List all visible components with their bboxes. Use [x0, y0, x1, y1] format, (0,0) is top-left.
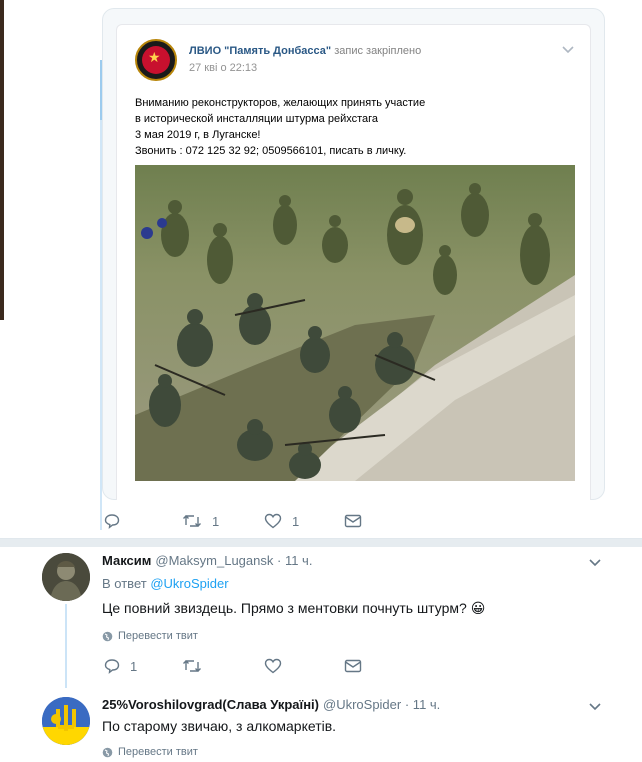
tweet-time[interactable]: · 11 ч.: [277, 553, 312, 568]
star-icon: ★: [148, 49, 161, 65]
tweet-time[interactable]: · 11 ч.: [405, 697, 440, 712]
heart-icon: [264, 658, 282, 674]
mail-icon: [344, 659, 362, 673]
trident-avatar-icon: [42, 697, 90, 745]
retweet-count: 1: [212, 513, 220, 529]
post-header: ЛВИО "Память Донбасса" запис закріплено: [189, 45, 421, 57]
author-handle[interactable]: @UkroSpider: [323, 697, 401, 712]
tweet-text: По старому звичаю, з алкомаркетів.: [102, 718, 337, 734]
reply-count: 1: [130, 658, 138, 674]
like-button[interactable]: 1: [264, 513, 299, 529]
chevron-down-icon[interactable]: [588, 558, 602, 568]
translate-label[interactable]: Перевести твит: [118, 630, 198, 642]
avatar[interactable]: [42, 697, 90, 745]
post-text-line: в исторической инсталляции штурма рейхст…: [135, 113, 379, 125]
left-edge-strip: [0, 0, 4, 320]
heart-icon: [264, 513, 282, 529]
tweet-actions: 1: [104, 658, 464, 678]
post-text: Вниманию реконструкторов, желающих приня…: [135, 95, 575, 159]
group-avatar[interactable]: ★: [135, 39, 177, 81]
reenactment-photo[interactable]: [135, 165, 575, 481]
post-text-line: Звонить : 072 125 32 92; 0509566101, пис…: [135, 145, 407, 157]
tweet-actions: 1 1: [104, 513, 464, 533]
like-button[interactable]: [264, 658, 292, 674]
grin-emoji: 😀: [470, 600, 486, 616]
tweet-text-body: Це повний звиздець. Прямо з ментовки поч…: [102, 600, 467, 616]
soldier-avatar-icon: [42, 553, 90, 601]
reply-icon: [104, 659, 120, 674]
thread-divider: [0, 538, 642, 547]
post-text-line: 3 мая 2019 г, в Луганске!: [135, 129, 261, 141]
reply-to-link[interactable]: @UkroSpider: [150, 576, 228, 591]
thread-line: [65, 604, 67, 688]
tweet-text: Це повний звиздець. Прямо з ментовки поч…: [102, 600, 485, 617]
reply-prefix: В ответ: [102, 576, 147, 591]
mail-icon: [344, 514, 362, 528]
dm-button[interactable]: [344, 513, 362, 529]
chevron-down-icon[interactable]: [561, 45, 575, 55]
author-handle[interactable]: @Maksym_Lugansk: [155, 553, 273, 568]
retweet-button[interactable]: [182, 658, 212, 674]
reply-button[interactable]: [104, 513, 130, 529]
post-text-line: Вниманию реконструкторов, желающих приня…: [135, 97, 426, 109]
author-name[interactable]: Максим: [102, 553, 151, 568]
globe-icon: [102, 631, 113, 641]
reply-context: В ответ @UkroSpider: [102, 576, 229, 591]
reply-author-line: 25%Voroshilovgrad(Слава Україні) @UkroSpi…: [102, 697, 440, 712]
translate-link[interactable]: Перевести твит: [102, 746, 198, 758]
group-name-link[interactable]: ЛВИО "Память Донбасса": [189, 45, 331, 57]
retweet-icon: [183, 660, 201, 672]
retweet-button[interactable]: 1: [182, 513, 219, 529]
retweet-icon: [183, 515, 201, 527]
reply-button[interactable]: 1: [104, 658, 137, 674]
vk-post[interactable]: ★ ЛВИО "Память Донбасса" запис закріплен…: [116, 24, 591, 500]
like-count: 1: [292, 513, 300, 529]
translate-link[interactable]: Перевести твит: [102, 630, 198, 642]
dm-button[interactable]: [344, 658, 362, 674]
pinned-label: запис закріплено: [334, 45, 422, 57]
reply-author-line: Максим @Maksym_Lugansk · 11 ч.: [102, 553, 312, 568]
reply-icon: [104, 514, 120, 529]
author-name[interactable]: 25%Voroshilovgrad(Слава Україні): [102, 697, 319, 712]
avatar[interactable]: [42, 553, 90, 601]
chevron-down-icon[interactable]: [588, 702, 602, 712]
photo-scene: [135, 165, 575, 481]
post-date[interactable]: 27 кві о 22:13: [189, 62, 257, 74]
translate-label[interactable]: Перевести твит: [118, 746, 198, 758]
globe-icon: [102, 747, 113, 757]
